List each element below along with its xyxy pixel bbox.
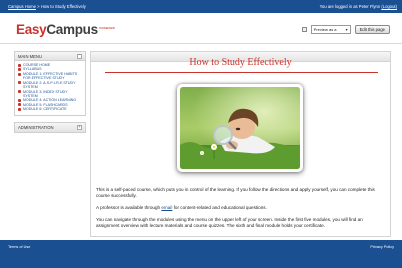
easycampus-logo[interactable]: EasyCampusTRADEMARK <box>16 22 115 37</box>
main-menu-list: Course Home Syllabus Module 1: Effective… <box>15 61 85 115</box>
sidebar-item-label: Module 2: A-S-P-I-R-E Study System <box>23 80 76 90</box>
square-bullet-icon <box>18 90 21 94</box>
sidebar-item-module-3[interactable]: Module 3: Index Study System <box>18 90 82 99</box>
square-bullet-icon <box>18 107 21 111</box>
boy-with-magnifying-glass-image <box>180 87 300 169</box>
breadcrumb-home-link[interactable]: Campus Home <box>8 4 36 9</box>
terms-of-use-link[interactable]: Terms of Use <box>8 245 30 249</box>
logout-link[interactable]: (Logout) <box>381 4 397 9</box>
main-menu-block: Main Menu − Course Home Syllabus Module … <box>14 51 86 116</box>
preview-as-select[interactable]: Preview as a ▾ <box>310 25 351 34</box>
square-bullet-icon <box>18 63 21 67</box>
privacy-policy-link[interactable]: Privacy Policy <box>370 245 394 249</box>
collapse-icon[interactable]: − <box>77 53 82 59</box>
administration-block: Administration + <box>14 121 86 133</box>
main-content: How to Study Effectively This is a self-… <box>90 51 391 237</box>
main-menu-header: Main Menu − <box>15 52 85 61</box>
sidebar: Main Menu − Course Home Syllabus Module … <box>14 51 86 139</box>
logo-trademark: TRADEMARK <box>98 25 115 30</box>
edit-page-button[interactable]: Edit this page <box>354 25 390 34</box>
title-divider <box>105 72 378 73</box>
intro-paragraph: This is a self-paced course, which puts … <box>96 187 375 198</box>
sidebar-item-module-1[interactable]: Module 1: Effective Habits for Effective… <box>18 72 82 81</box>
administration-header[interactable]: Administration + <box>15 122 85 132</box>
top-navigation-bar: Campus Home > How to Study Effectively Y… <box>0 0 402 13</box>
email-link[interactable]: email <box>161 205 172 210</box>
header-controls: Preview as a ▾ Edit this page <box>301 25 390 34</box>
square-bullet-icon <box>18 72 21 76</box>
logo-easy-text: Easy <box>16 22 47 37</box>
square-bullet-icon <box>18 81 21 85</box>
sidebar-item-module-2[interactable]: Module 2: A-S-P-I-R-E Study System <box>18 81 82 90</box>
page-header: EasyCampusTRADEMARK Preview as a ▾ Edit … <box>0 13 402 44</box>
administration-title: Administration <box>18 124 54 130</box>
main-menu-title: Main Menu <box>18 53 42 59</box>
preview-as-value: Preview as a <box>313 27 337 32</box>
page-title: How to Study Effectively <box>189 57 292 68</box>
course-photo <box>177 84 303 172</box>
breadcrumb-current: How to Study Effectively <box>40 4 86 9</box>
sidebar-item-label: Module 6: Certificate <box>23 107 67 112</box>
chevron-down-icon: ▾ <box>345 27 348 32</box>
expand-icon[interactable]: + <box>77 124 82 130</box>
login-info: You are logged in as Peter Flynn (Logout… <box>320 4 397 9</box>
square-bullet-icon <box>18 98 21 102</box>
breadcrumb: Campus Home > How to Study Effectively <box>8 4 86 9</box>
navigation-paragraph: You can navigate through the modules usi… <box>96 217 363 228</box>
preview-checkbox[interactable] <box>301 27 307 32</box>
login-text: You are logged in as Peter Flynn <box>319 4 381 9</box>
square-bullet-icon <box>18 103 21 107</box>
sidebar-item-label: Module 1: Effective Habits for Effective… <box>23 71 78 81</box>
logo-campus-text: Campus <box>46 22 98 37</box>
sidebar-item-module-6[interactable]: Module 6: Certificate <box>18 107 82 111</box>
professor-text-before: A professor is available through <box>96 205 162 210</box>
breadcrumb-separator: > <box>37 4 40 9</box>
page-footer: Terms of Use Privacy Policy <box>0 240 402 268</box>
sidebar-item-label: Module 3: Index Study System <box>23 89 68 98</box>
professor-text-after: for content-related and educational ques… <box>172 205 267 210</box>
professor-paragraph: A professor is available through email f… <box>96 205 386 211</box>
square-bullet-icon <box>18 68 21 72</box>
